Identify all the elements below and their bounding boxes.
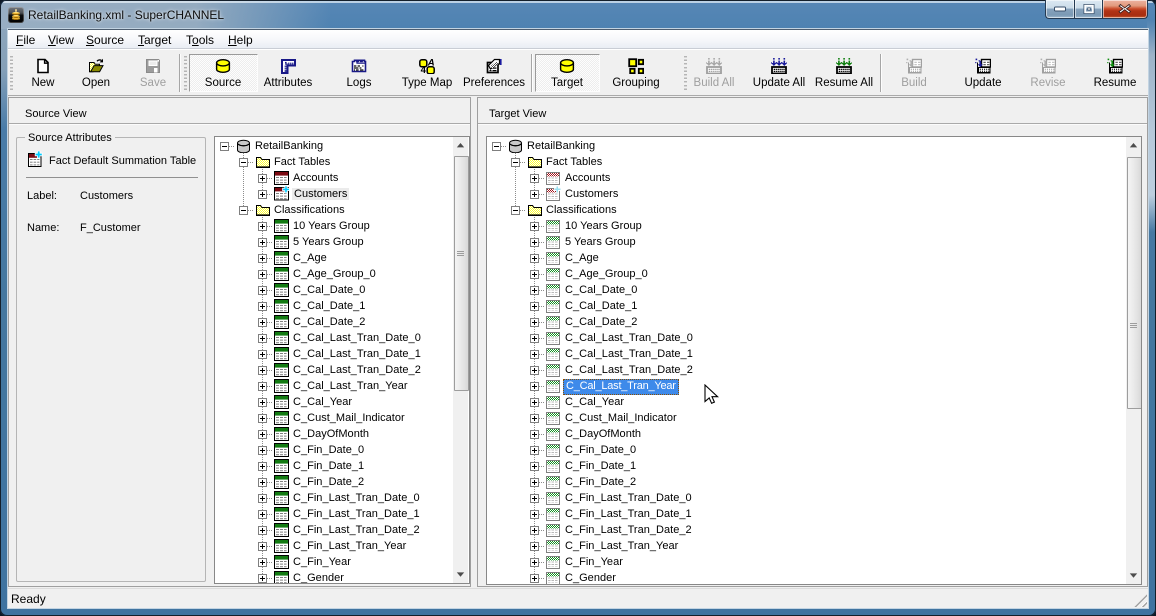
svg-text:A: A [427,58,435,69]
svg-text:4: 4 [421,65,427,74]
